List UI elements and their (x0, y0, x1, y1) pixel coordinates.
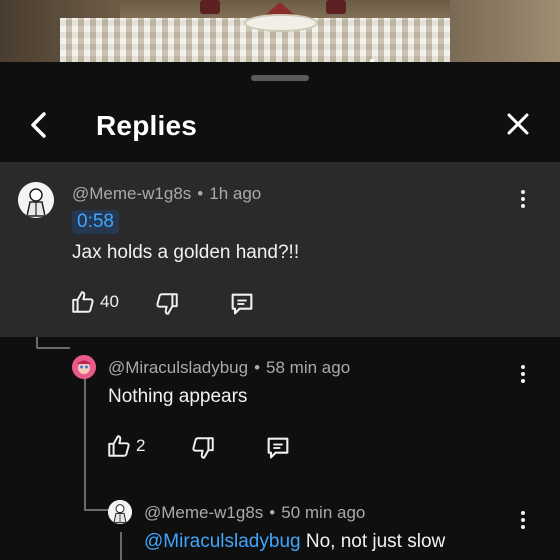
thread-line (36, 347, 70, 349)
thumbs-down-icon (192, 437, 214, 459)
reply-text: Nothing appears (108, 386, 248, 407)
reply-menu-button[interactable] (513, 361, 533, 387)
reply-comment-icon (267, 437, 289, 459)
timestamp-link[interactable]: 0:58 (72, 210, 119, 234)
sheet-title: Replies (96, 110, 197, 141)
reply-comment-icon (231, 293, 253, 315)
avatar[interactable] (108, 500, 132, 524)
thread-line (120, 532, 122, 560)
replies-sheet: Replies @Meme-w1g8s • 1h ago 0:58 Jax ho… (0, 62, 560, 560)
avatar-icon (18, 182, 54, 218)
reply-age: 58 min ago (266, 358, 351, 377)
comment-meta: @Meme-w1g8s • 1h ago (72, 184, 261, 204)
avatar-icon (108, 500, 132, 524)
reply-button[interactable] (264, 434, 292, 462)
drag-handle[interactable] (251, 75, 309, 81)
video-frame-wall-right (450, 0, 560, 62)
reply-button[interactable] (228, 290, 256, 318)
mention-link[interactable]: @Miraculsladybug (144, 531, 301, 552)
sheet-header: Replies (0, 92, 560, 158)
avatar[interactable] (18, 182, 54, 218)
comment-author[interactable]: @Meme-w1g8s (72, 184, 191, 203)
avatar-icon (72, 355, 96, 379)
comment-menu-button[interactable] (513, 186, 533, 212)
like-count: 40 (100, 292, 119, 311)
like-button[interactable]: 2 (106, 433, 145, 459)
close-icon (507, 113, 529, 135)
reply-menu-button[interactable] (513, 507, 533, 533)
video-player[interactable] (0, 0, 560, 62)
meta-separator: • (269, 503, 276, 522)
reply-author[interactable]: @Miraculsladybug (108, 358, 248, 377)
thumbs-up-icon (108, 435, 130, 457)
thumbs-up-icon (72, 291, 94, 313)
thumbs-down-icon (156, 293, 178, 315)
like-count: 2 (136, 436, 146, 455)
video-frame-chair (326, 0, 346, 14)
comment-text: Jax holds a golden hand?!! (72, 242, 300, 263)
thread-line (84, 378, 86, 510)
like-button[interactable]: 40 (70, 289, 119, 315)
meta-separator: • (197, 184, 204, 203)
video-frame-plate (244, 14, 318, 32)
back-arrow-icon (31, 112, 46, 138)
dislike-button[interactable] (190, 435, 216, 461)
video-frame-chair (200, 0, 220, 14)
reply-author[interactable]: @Meme-w1g8s (144, 503, 263, 522)
comment-age: 1h ago (209, 184, 262, 203)
reply-meta: @Miraculsladybug • 58 min ago (108, 358, 350, 378)
reply-meta: @Meme-w1g8s • 50 min ago (144, 503, 365, 523)
reply-text-body: No, not just slow (305, 531, 446, 552)
reply-text: @Miraculsladybug No, not just slow (144, 531, 445, 553)
parent-comment: @Meme-w1g8s • 1h ago 0:58 Jax holds a gold… (0, 162, 560, 337)
back-button[interactable] (22, 108, 56, 142)
meta-separator: • (254, 358, 261, 377)
close-button[interactable] (502, 108, 534, 140)
dislike-button[interactable] (154, 291, 180, 317)
reply-age: 50 min ago (281, 503, 366, 522)
thread-line (84, 509, 108, 511)
avatar[interactable] (72, 355, 96, 379)
